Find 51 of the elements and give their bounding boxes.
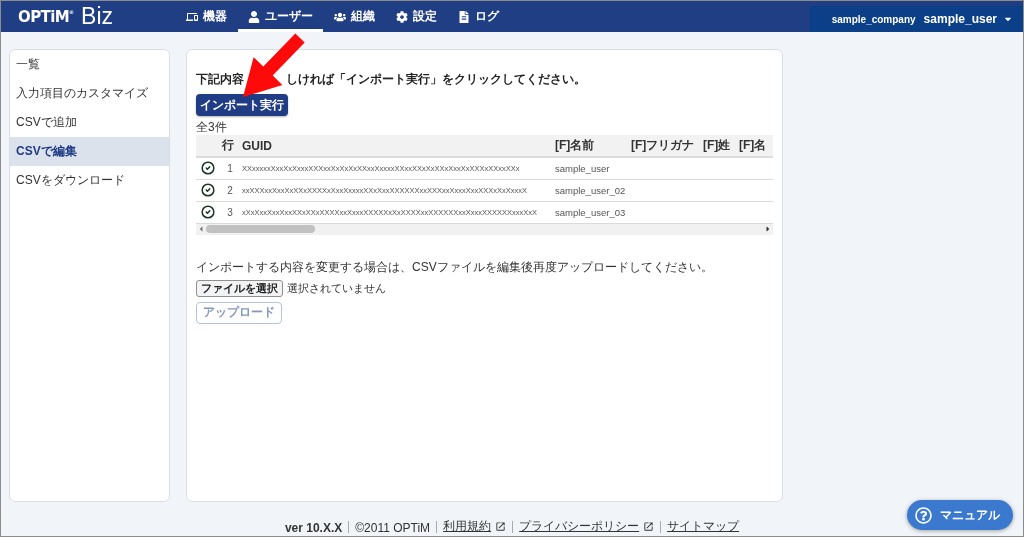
product-name: Biz <box>81 5 113 28</box>
sidebar-item[interactable]: CSVをダウンロード <box>10 166 169 195</box>
nav-tab[interactable]: ログ <box>448 1 509 32</box>
nav-tab[interactable]: ユーザー <box>238 1 323 32</box>
document-icon <box>458 10 470 23</box>
user-name: sample_user <box>923 12 997 26</box>
footer-link[interactable]: 利用規約 <box>443 518 492 535</box>
scrollbar-thumb[interactable] <box>206 225 315 233</box>
name-cell: sample_user_03 <box>555 206 626 218</box>
manual-button[interactable]: マニュアル <box>907 500 1013 530</box>
sidebar-item[interactable]: 一覧 <box>10 50 169 79</box>
import-button[interactable]: インポート実行 <box>196 94 288 116</box>
name-cell: sample_user <box>555 162 610 174</box>
choose-file-button[interactable]: ファイルを選択 <box>196 279 283 297</box>
devices-icon <box>186 10 198 23</box>
user-icon <box>248 10 260 23</box>
instruction-text: しければ「インポート実行」をクリックしてください。 <box>286 71 586 87</box>
version-text: ver 10.X.X <box>284 521 343 535</box>
row-number: 2 <box>227 184 233 196</box>
table-header <box>196 135 220 157</box>
sidebar-item[interactable]: 入力項目のカスタマイズ <box>10 79 169 108</box>
company-name: sample_company <box>831 13 916 25</box>
nav-tab[interactable]: 機器 <box>176 1 237 32</box>
column-header: [F]姓 <box>701 135 737 157</box>
footer-link[interactable]: プライバシーポリシー <box>519 518 640 535</box>
instruction-text: 下記内容 <box>196 71 244 87</box>
row-number: 3 <box>227 206 233 218</box>
column-header: [F]フリガナ <box>629 135 701 157</box>
column-header: [F]名 <box>737 135 773 157</box>
column-header: GUID <box>240 135 553 157</box>
name-cell: sample_user_02 <box>555 184 626 196</box>
horizontal-scrollbar[interactable] <box>196 223 773 235</box>
settings-icon <box>396 10 408 23</box>
copyright-text: ©2011 OPTiM <box>355 521 431 535</box>
column-header: [F]名前 <box>553 135 629 157</box>
footer-link[interactable]: サイトマップ <box>667 518 740 535</box>
brand-logo: OPTiM$^{®}$ <box>18 7 75 26</box>
account-menu[interactable]: sample_company sample_user <box>810 6 1023 32</box>
file-status: 選択されていません <box>287 280 386 296</box>
nav-tab[interactable]: 設定 <box>386 1 447 32</box>
scroll-right-icon[interactable] <box>765 225 771 233</box>
group-icon <box>334 10 346 23</box>
nav-tab[interactable]: 組織 <box>324 1 385 32</box>
row-number: 1 <box>227 162 233 174</box>
note-text: インポートする内容を変更する場合は、CSVファイルを編集後再度アップロードしてください。 <box>196 258 713 275</box>
sidebar-item[interactable]: CSVで編集 <box>10 137 169 166</box>
scroll-left-icon[interactable] <box>198 225 204 233</box>
sidebar-item[interactable]: CSVで追加 <box>10 108 169 137</box>
help-icon <box>915 506 932 524</box>
column-header: 行 <box>220 135 240 157</box>
record-count: 全3件 <box>196 119 227 135</box>
